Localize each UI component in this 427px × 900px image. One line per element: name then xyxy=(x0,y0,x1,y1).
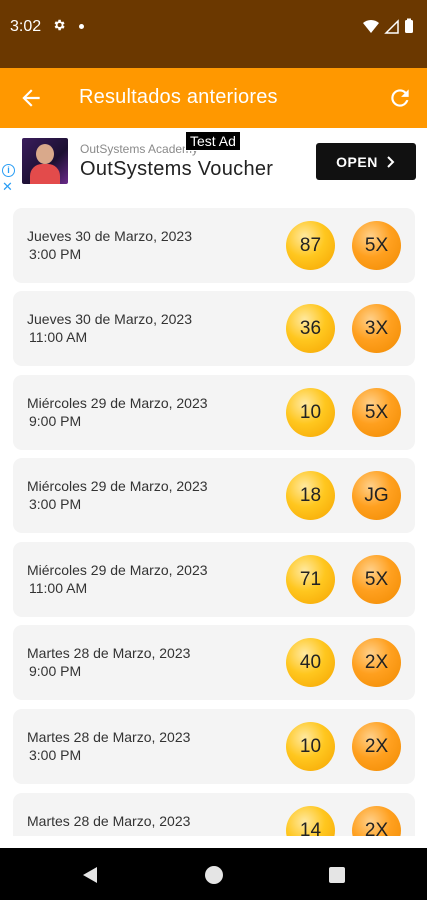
ad-headline[interactable]: OutSystems Voucher xyxy=(80,158,273,181)
gear-icon xyxy=(54,19,65,31)
result-card[interactable]: Martes 28 de Marzo, 2023 14 2X xyxy=(13,793,415,836)
result-card[interactable]: Martes 28 de Marzo, 2023 3:00 PM 10 2X xyxy=(13,709,415,784)
result-multiplier-ball: 5X xyxy=(352,555,401,604)
result-time: 3:00 PM xyxy=(29,496,82,512)
nav-recents-icon[interactable] xyxy=(329,867,345,883)
result-date: Martes 28 de Marzo, 2023 xyxy=(27,813,191,829)
result-number-ball: 10 xyxy=(286,722,335,771)
result-time: 11:00 AM xyxy=(29,329,88,345)
result-date: Miércoles 29 de Marzo, 2023 xyxy=(27,395,208,411)
result-number-ball: 10 xyxy=(286,388,335,437)
result-number-ball: 14 xyxy=(286,806,335,836)
result-time: 9:00 PM xyxy=(29,663,82,679)
result-time: 9:00 PM xyxy=(29,413,82,429)
result-number-ball: 87 xyxy=(286,221,335,270)
ad-info-icon[interactable]: i xyxy=(2,164,15,177)
result-multiplier-ball: 3X xyxy=(352,304,401,353)
result-time: 11:00 AM xyxy=(29,580,88,596)
result-date: Miércoles 29 de Marzo, 2023 xyxy=(27,562,208,578)
result-card[interactable]: Jueves 30 de Marzo, 2023 11:00 AM 36 3X xyxy=(13,291,415,366)
ad-image[interactable] xyxy=(22,138,68,184)
result-time: 3:00 PM xyxy=(29,747,82,763)
result-date: Miércoles 29 de Marzo, 2023 xyxy=(27,478,208,494)
ad-close-icon[interactable]: ✕ xyxy=(2,180,13,194)
system-nav-bar xyxy=(0,848,427,900)
notification-dot-icon xyxy=(79,24,84,29)
arrow-left-icon[interactable] xyxy=(18,85,44,111)
result-number-ball: 36 xyxy=(286,304,335,353)
ad-advertiser: OutSystems Academy xyxy=(80,142,199,156)
result-date: Martes 28 de Marzo, 2023 xyxy=(27,729,191,745)
test-ad-label: Test Ad xyxy=(185,131,241,151)
result-date: Martes 28 de Marzo, 2023 xyxy=(27,645,191,661)
result-number-ball: 18 xyxy=(286,471,335,520)
nav-home-icon[interactable] xyxy=(205,866,223,884)
app-bar: Resultados anteriores xyxy=(0,68,427,128)
signal-icon xyxy=(384,19,399,34)
status-icons xyxy=(363,18,413,34)
nav-back-icon[interactable] xyxy=(82,866,98,884)
result-number-ball: 71 xyxy=(286,555,335,604)
result-date: Jueves 30 de Marzo, 2023 xyxy=(27,311,192,327)
result-card[interactable]: Martes 28 de Marzo, 2023 9:00 PM 40 2X xyxy=(13,625,415,700)
result-multiplier-ball: 2X xyxy=(352,722,401,771)
result-multiplier-ball: 2X xyxy=(352,638,401,687)
page-title: Resultados anteriores xyxy=(79,86,278,108)
result-number-ball: 40 xyxy=(286,638,335,687)
ad-open-label: OPEN xyxy=(336,153,378,170)
result-card[interactable]: Miércoles 29 de Marzo, 2023 9:00 PM 10 5… xyxy=(13,375,415,450)
wifi-icon xyxy=(363,19,379,33)
refresh-icon[interactable] xyxy=(387,85,413,111)
result-card[interactable]: Jueves 30 de Marzo, 2023 3:00 PM 87 5X xyxy=(13,208,415,283)
result-multiplier-ball: JG xyxy=(352,471,401,520)
status-time: 3:02 xyxy=(10,18,42,35)
chevron-right-icon xyxy=(387,155,395,168)
ad-banner[interactable]: i ✕ OutSystems Academy OutSystems Vouche… xyxy=(0,128,427,196)
result-time: 3:00 PM xyxy=(29,246,82,262)
results-list[interactable]: Jueves 30 de Marzo, 2023 3:00 PM 87 5X J… xyxy=(0,196,427,836)
result-date: Jueves 30 de Marzo, 2023 xyxy=(27,228,192,244)
result-multiplier-ball: 5X xyxy=(352,388,401,437)
result-multiplier-ball: 2X xyxy=(352,806,401,836)
result-multiplier-ball: 5X xyxy=(352,221,401,270)
battery-icon xyxy=(405,18,413,33)
result-card[interactable]: Miércoles 29 de Marzo, 2023 11:00 AM 71 … xyxy=(13,542,415,617)
result-card[interactable]: Miércoles 29 de Marzo, 2023 3:00 PM 18 J… xyxy=(13,458,415,533)
ad-open-button[interactable]: OPEN xyxy=(316,143,416,180)
status-bar: 3:02 xyxy=(0,0,427,68)
